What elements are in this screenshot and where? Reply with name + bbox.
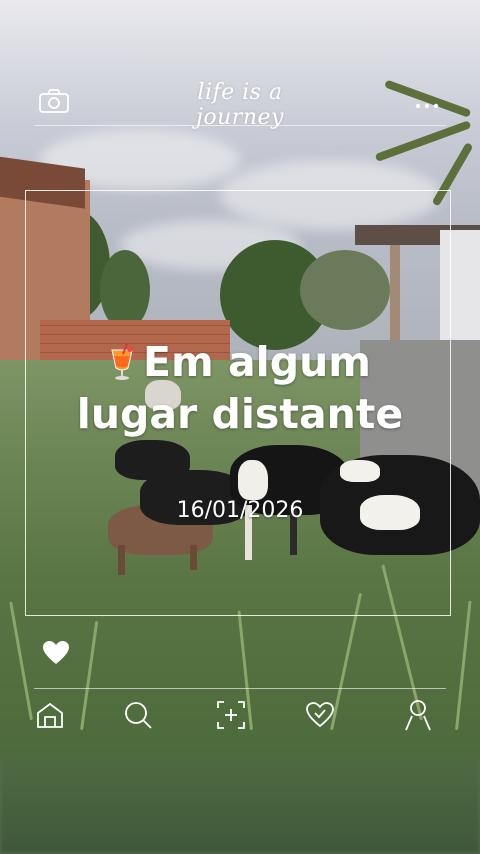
caption-text-2: lugar distante [76, 390, 404, 438]
bottom-nav [0, 695, 480, 739]
heart-icon[interactable] [42, 640, 70, 666]
caption-text-1: Em algum [143, 338, 371, 386]
home-icon[interactable] [30, 695, 70, 735]
heart-outline-icon[interactable] [300, 695, 340, 735]
header-title: life is a journey [196, 80, 284, 130]
tropical-drink-icon [109, 340, 135, 380]
search-icon[interactable] [118, 695, 158, 735]
nav-divider [34, 688, 446, 689]
post-overlay: life is a journey Em algum lugar distant… [0, 0, 480, 854]
camera-icon[interactable] [38, 88, 70, 114]
more-dots-icon[interactable] [414, 96, 440, 109]
header-divider [34, 125, 446, 126]
caption-line-1: Em algum [60, 336, 420, 388]
profile-icon[interactable] [398, 695, 438, 735]
post-date: 16/01/2026 [176, 498, 304, 523]
post-caption: Em algum lugar distante [60, 336, 420, 440]
add-post-icon[interactable] [211, 695, 251, 735]
